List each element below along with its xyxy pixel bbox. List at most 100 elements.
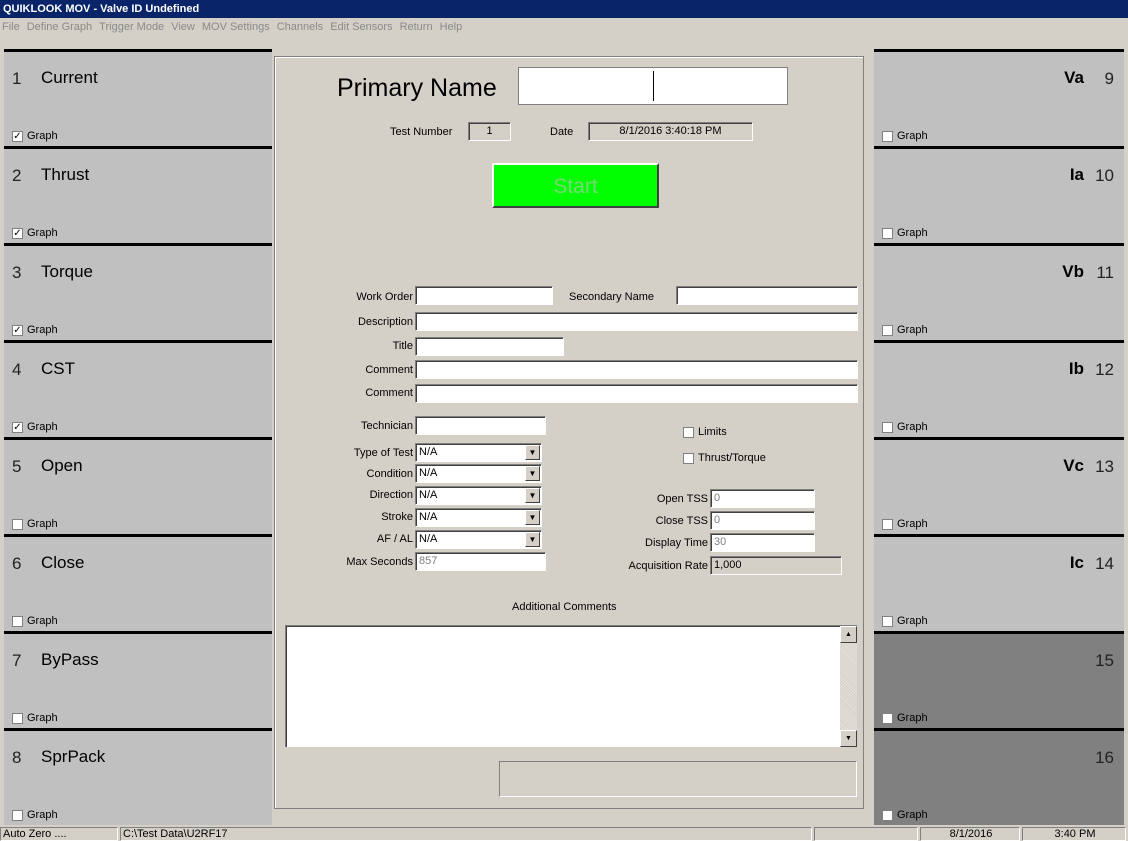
primary-name-input[interactable] [518,67,788,105]
channel-panel-15[interactable]: 15 Graph [874,631,1124,728]
channel-name: ByPass [41,650,99,669]
channel-panel-9[interactable]: 9 Va Graph [874,49,1124,146]
menu-define-graph[interactable]: Define Graph [27,21,92,33]
checkbox-box[interactable] [12,712,23,724]
checkbox-box[interactable] [683,452,694,464]
stroke-select[interactable]: N/A ▼ [415,508,542,527]
checkbox-box[interactable] [12,615,23,627]
condition-value: N/A [419,467,438,479]
type-of-test-select[interactable]: N/A ▼ [415,443,542,462]
open-tss-input[interactable]: 0 [710,489,815,508]
condition-select[interactable]: N/A ▼ [415,464,542,483]
checkbox-box[interactable] [683,426,694,438]
checkmark-icon[interactable]: ✓ [12,227,23,239]
channel-number: 10 [1095,166,1114,185]
technician-input[interactable] [415,416,546,435]
scroll-up-icon[interactable]: ▲ [840,626,857,643]
checkbox-box[interactable] [882,712,893,724]
comment-label-1: Comment [365,364,413,376]
checkbox-box[interactable] [882,421,893,433]
graph-checkbox[interactable]: ✓ Graph [12,324,58,336]
graph-checkbox[interactable]: Graph [12,615,58,627]
graph-checkbox[interactable]: Graph [12,518,58,530]
menu-trigger-mode[interactable]: Trigger Mode [99,21,164,33]
channel-panel-5[interactable]: 5 Open Graph [4,437,272,534]
channel-panel-12[interactable]: 12 Ib Graph [874,340,1124,437]
display-time-input[interactable]: 30 [710,533,815,552]
menu-edit-sensors[interactable]: Edit Sensors [330,21,392,33]
graph-checkbox[interactable]: ✓ Graph [12,227,58,239]
menu-return[interactable]: Return [400,21,433,33]
menu-help[interactable]: Help [440,21,463,33]
close-tss-input[interactable]: 0 [710,511,815,530]
limits-checkbox[interactable]: Limits [683,426,727,438]
max-seconds-input[interactable]: 857 [415,552,546,571]
channel-panel-8[interactable]: 8 SprPack Graph [4,728,272,825]
channel-name: Close [41,553,85,572]
menu-file[interactable]: File [2,21,20,33]
checkbox-box[interactable] [882,227,893,239]
graph-label: Graph [27,809,58,821]
start-button[interactable]: Start [492,163,659,208]
checkmark-icon[interactable]: ✓ [12,324,23,336]
secondary-name-input[interactable] [676,286,858,305]
thrust-torque-checkbox[interactable]: Thrust/Torque [683,452,766,464]
channel-panel-16[interactable]: 16 Graph [874,728,1124,825]
vertical-scrollbar[interactable]: ▲ ▼ [840,626,857,747]
channel-panel-6[interactable]: 6 Close Graph [4,534,272,631]
channel-panel-13[interactable]: 13 Vc Graph [874,437,1124,534]
channel-panel-14[interactable]: 14 Ic Graph [874,534,1124,631]
graph-checkbox[interactable]: Graph [882,421,928,433]
graph-label: Graph [897,712,928,724]
graph-checkbox[interactable]: Graph [882,809,928,821]
work-order-input[interactable] [415,286,553,305]
graph-checkbox[interactable]: Graph [882,227,928,239]
channel-panel-10[interactable]: 10 Ia Graph [874,146,1124,243]
chevron-down-icon[interactable]: ▼ [525,510,540,525]
description-input[interactable] [415,312,858,331]
graph-checkbox[interactable]: Graph [882,615,928,627]
chevron-down-icon[interactable]: ▼ [525,466,540,481]
direction-select[interactable]: N/A ▼ [415,486,542,505]
test-number-label: Test Number [390,126,453,138]
graph-checkbox[interactable]: Graph [882,130,928,142]
checkbox-box[interactable] [882,809,893,821]
channel-panel-1[interactable]: 1 Current ✓ Graph [4,49,272,146]
graph-checkbox[interactable]: ✓ Graph [12,130,58,142]
checkbox-box[interactable] [12,518,23,530]
graph-checkbox[interactable]: Graph [882,324,928,336]
additional-comments-textarea[interactable]: ▲ ▼ [285,625,857,747]
channel-panel-3[interactable]: 3 Torque ✓ Graph [4,243,272,340]
chevron-down-icon[interactable]: ▼ [525,445,540,460]
graph-checkbox[interactable]: Graph [882,712,928,724]
channel-panel-4[interactable]: 4 CST ✓ Graph [4,340,272,437]
checkbox-box[interactable] [882,130,893,142]
channel-panel-2[interactable]: 2 Thrust ✓ Graph [4,146,272,243]
comment-input-2[interactable] [415,384,858,403]
checkbox-box[interactable] [882,324,893,336]
channel-panel-7[interactable]: 7 ByPass Graph [4,631,272,728]
primary-name-label: Primary Name [337,74,497,102]
channel-panel-11[interactable]: 11 Vb Graph [874,243,1124,340]
secondary-name-label: Secondary Name [569,291,654,303]
menu-mov-settings[interactable]: MOV Settings [202,21,270,33]
title-input[interactable] [415,337,564,356]
graph-checkbox[interactable]: Graph [12,712,58,724]
checkmark-icon[interactable]: ✓ [12,421,23,433]
graph-checkbox[interactable]: ✓ Graph [12,421,58,433]
chevron-down-icon[interactable]: ▼ [525,532,540,547]
checkbox-box[interactable] [12,809,23,821]
checkbox-box[interactable] [882,518,893,530]
menu-channels[interactable]: Channels [277,21,323,33]
chevron-down-icon[interactable]: ▼ [525,488,540,503]
menu-view[interactable]: View [171,21,195,33]
graph-label: Graph [897,518,928,530]
graph-checkbox[interactable]: Graph [12,809,58,821]
graph-checkbox[interactable]: Graph [882,518,928,530]
comment-input-1[interactable] [415,360,858,379]
channel-name: Thrust [41,165,90,184]
checkmark-icon[interactable]: ✓ [12,130,23,142]
checkbox-box[interactable] [882,615,893,627]
afal-select[interactable]: N/A ▼ [415,530,542,549]
scroll-down-icon[interactable]: ▼ [840,730,857,747]
